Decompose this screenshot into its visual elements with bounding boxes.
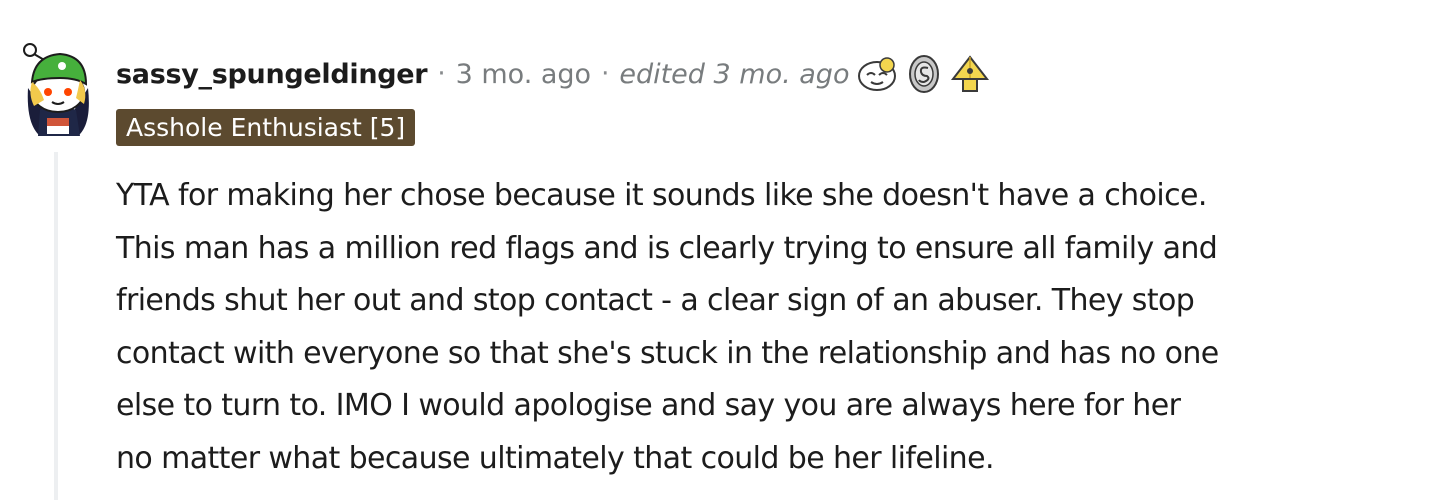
awards-list[interactable]: [857, 53, 995, 95]
user-avatar[interactable]: [20, 40, 96, 140]
comment-text-line: no matter what because ultimately that c…: [116, 440, 994, 476]
comment: sassy_spungeldinger · 3 mo. ago · edited…: [0, 0, 1448, 500]
comment-text-line: else to turn to. IMO I would apologise a…: [116, 388, 1181, 423]
silver-coin-award-icon[interactable]: [903, 53, 945, 95]
comment-meta: sassy_spungeldinger · 3 mo. ago · edited…: [116, 55, 995, 93]
separator: ·: [437, 59, 446, 89]
comment-text-line: friends shut her out and stop contact - …: [116, 283, 1195, 318]
snoo-avatar-icon: [23, 43, 89, 136]
edited-timestamp: edited 3 mo. ago: [619, 58, 850, 90]
username-link[interactable]: sassy_spungeldinger: [116, 59, 428, 90]
comment-text-line: YTA for making her chose because it soun…: [116, 178, 1207, 213]
comment-timestamp[interactable]: 3 mo. ago: [456, 59, 591, 90]
comment-text-line: This man has a million red flags and is …: [116, 230, 1218, 266]
gold-pyramid-award-icon[interactable]: [949, 53, 991, 95]
user-flair: Asshole Enthusiast [5]: [116, 109, 416, 146]
comment-body: YTA for making her chose because it soun…: [116, 170, 1416, 485]
wholesome-face-award-icon[interactable]: [857, 53, 899, 95]
comment-text-line: contact with everyone so that she's stuc…: [116, 335, 1219, 371]
separator: ·: [601, 59, 610, 89]
thread-collapse-line[interactable]: [54, 152, 58, 500]
